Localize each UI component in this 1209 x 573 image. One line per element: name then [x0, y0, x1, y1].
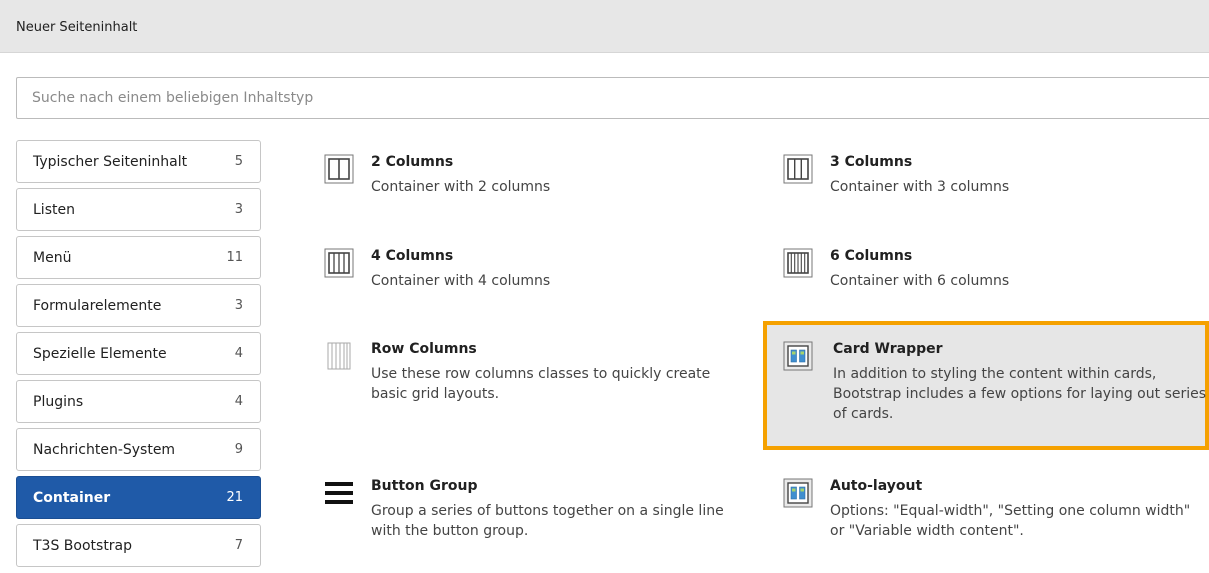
category-label: Typischer Seiteninhalt — [33, 154, 188, 170]
category-label: Listen — [33, 202, 75, 218]
six-columns-icon — [783, 248, 813, 278]
four-columns-icon — [324, 248, 354, 278]
category-count: 4 — [234, 394, 243, 409]
wizard-title: Neuer Seiteninhalt — [16, 20, 138, 35]
content-item-row-columns[interactable]: Row Columns Use these row columns classe… — [314, 329, 754, 439]
content-item-description: Group a series of buttons together on a … — [371, 503, 724, 539]
category-plugins[interactable]: Plugins 4 — [16, 380, 261, 423]
category-label: Spezielle Elemente — [33, 346, 167, 362]
category-count: 21 — [226, 490, 243, 505]
category-menu[interactable]: Menü 11 — [16, 236, 261, 279]
content-item-description: Container with 3 columns — [830, 179, 1010, 195]
content-item-description: Options: "Equal-width", "Setting one col… — [830, 503, 1191, 539]
content-item-title: Card Wrapper — [833, 341, 943, 357]
content-item-title: 2 Columns — [371, 154, 454, 170]
content-item-title: Auto-layout — [830, 478, 923, 494]
content-item-description: Container with 6 columns — [830, 273, 1010, 289]
two-columns-icon — [324, 154, 354, 184]
category-label: Nachrichten-System — [33, 442, 176, 458]
category-count: 4 — [234, 346, 243, 361]
category-container[interactable]: Container 21 — [16, 476, 261, 519]
category-label: Menü — [33, 250, 72, 266]
content-item-title: Row Columns — [371, 341, 477, 357]
content-item-card-wrapper[interactable]: Card Wrapper In addition to styling the … — [763, 321, 1209, 450]
category-label: T3S Bootstrap — [33, 538, 133, 554]
card-wrapper-icon — [783, 341, 813, 371]
category-t3s-bootstrap[interactable]: T3S Bootstrap 7 — [16, 524, 261, 567]
content-item-title: 3 Columns — [830, 154, 913, 170]
content-item-3-columns[interactable]: 3 Columns Container with 3 columns — [773, 142, 1203, 222]
wizard-header: Neuer Seiteninhalt — [0, 0, 1209, 53]
category-listen[interactable]: Listen 3 — [16, 188, 261, 231]
content-item-description: Use these row columns classes to quickly… — [371, 366, 711, 402]
hamburger-menu-icon — [325, 482, 353, 504]
category-count: 5 — [234, 154, 243, 169]
content-item-button-group[interactable]: Button Group Group a series of buttons t… — [314, 466, 754, 566]
content-item-6-columns[interactable]: 6 Columns Container with 6 columns — [773, 236, 1203, 316]
content-item-4-columns[interactable]: 4 Columns Container with 4 columns — [314, 236, 754, 316]
category-sidebar: Typischer Seiteninhalt 5 Listen 3 Menü 1… — [16, 140, 261, 572]
three-columns-icon — [783, 154, 813, 184]
category-formularelemente[interactable]: Formularelemente 3 — [16, 284, 261, 327]
category-count: 9 — [234, 442, 243, 457]
category-label: Plugins — [33, 394, 84, 410]
content-item-description: Container with 2 columns — [371, 179, 551, 195]
category-count: 3 — [234, 298, 243, 313]
content-item-title: 6 Columns — [830, 248, 913, 264]
category-count: 11 — [226, 250, 243, 265]
content-item-title: Button Group — [371, 478, 478, 494]
category-label: Formularelemente — [33, 298, 162, 314]
content-item-2-columns[interactable]: 2 Columns Container with 2 columns — [314, 142, 754, 222]
auto-layout-icon — [783, 478, 813, 508]
category-typischer-seiteninhalt[interactable]: Typischer Seiteninhalt 5 — [16, 140, 261, 183]
content-item-description: In addition to styling the content withi… — [833, 366, 1207, 422]
content-item-auto-layout[interactable]: Auto-layout Options: "Equal-width", "Set… — [773, 466, 1203, 566]
category-count: 7 — [234, 538, 243, 553]
category-label: Container — [33, 490, 111, 506]
category-spezielle-elemente[interactable]: Spezielle Elemente 4 — [16, 332, 261, 375]
content-item-description: Container with 4 columns — [371, 273, 551, 289]
content-item-title: 4 Columns — [371, 248, 454, 264]
category-nachrichten-system[interactable]: Nachrichten-System 9 — [16, 428, 261, 471]
category-count: 3 — [234, 202, 243, 217]
search-input[interactable] — [16, 77, 1209, 119]
row-columns-icon — [327, 342, 351, 370]
